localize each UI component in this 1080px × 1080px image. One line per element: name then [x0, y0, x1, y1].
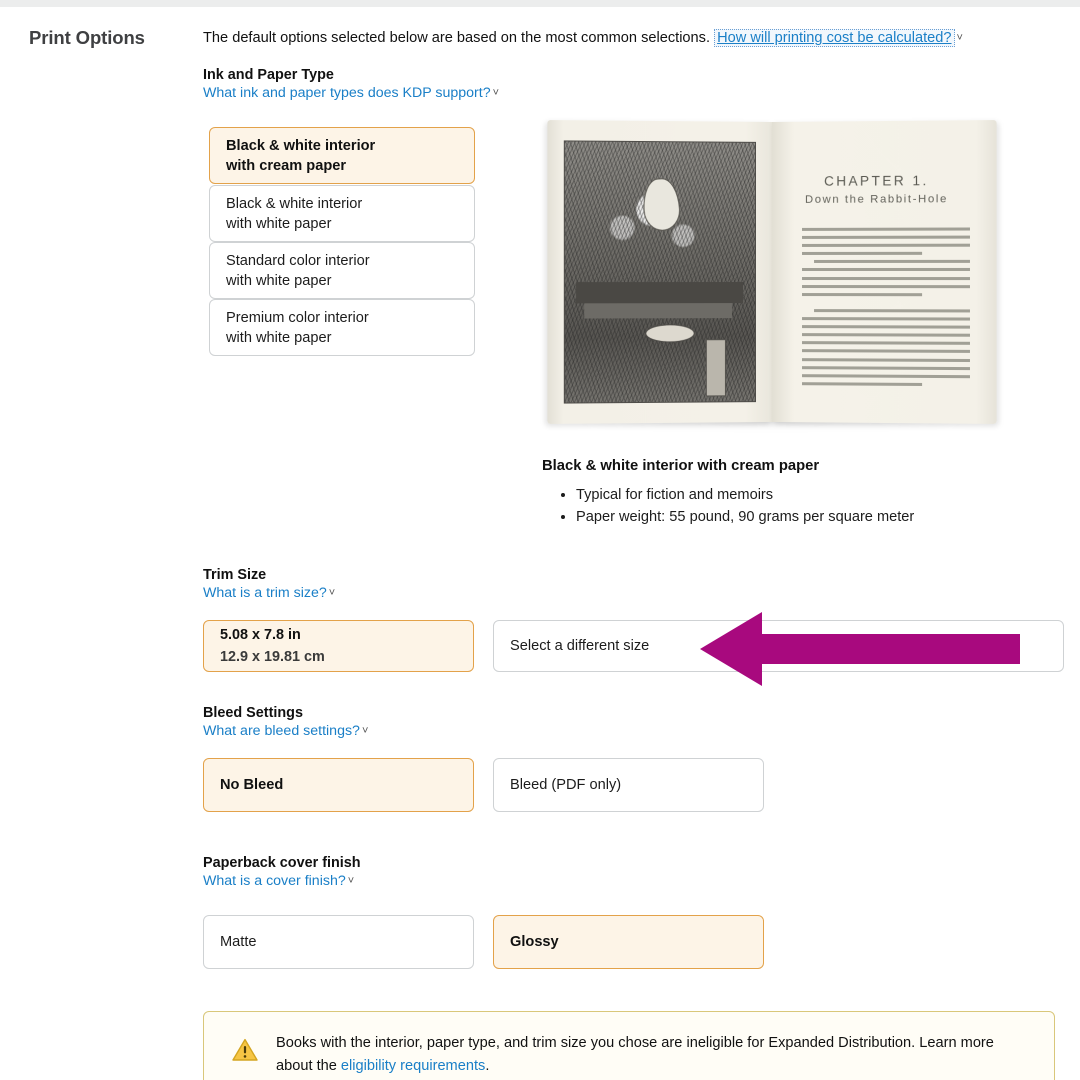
preview-bullet: Typical for fiction and memoirs: [576, 484, 914, 506]
book-right-page: CHAPTER 1. Down the Rabbit-Hole: [771, 120, 996, 424]
book-chapter-title: CHAPTER 1.: [823, 173, 929, 189]
eligibility-requirements-link[interactable]: eligibility requirements: [341, 1058, 485, 1074]
warning-triangle-icon: [232, 1038, 258, 1061]
intro-row: The default options selected below are b…: [203, 28, 1003, 49]
ink-option-standard-color[interactable]: Standard color interior with white paper: [209, 242, 475, 299]
trim-size-selected[interactable]: 5.08 x 7.8 in 12.9 x 19.81 cm: [203, 620, 474, 672]
warning-message: Books with the interior, paper type, and…: [276, 1032, 1024, 1078]
intro-text: The default options selected below are b…: [203, 30, 711, 46]
cover-finish-option-label: Matte: [220, 934, 257, 950]
illustration-dais: [583, 303, 732, 319]
ink-paper-label: Ink and Paper Type: [203, 67, 334, 83]
bleed-settings-label: Bleed Settings: [203, 705, 303, 721]
illustration-bench: [576, 282, 744, 304]
ink-paper-help: What ink and paper types does KDP suppor…: [203, 85, 499, 101]
bleed-option-bleed-pdf[interactable]: Bleed (PDF only): [493, 758, 764, 812]
ink-option-premium-color[interactable]: Premium color interior with white paper: [209, 299, 475, 356]
trim-size-help: What is a trim size? ˅: [203, 585, 335, 601]
bleed-option-no-bleed[interactable]: No Bleed: [203, 758, 474, 812]
book-left-page: [547, 120, 772, 424]
warning-text-after: .: [485, 1058, 490, 1074]
printing-cost-help-link[interactable]: How will printing cost be calculated?: [714, 29, 955, 47]
book-body-text: [801, 227, 969, 389]
cover-finish-option-label: Glossy: [510, 934, 559, 950]
chevron-down-icon[interactable]: ˅: [348, 875, 354, 887]
book-preview-image: CHAPTER 1. Down the Rabbit-Hole: [540, 118, 1002, 428]
trim-size-help-link[interactable]: What is a trim size?: [203, 585, 327, 601]
ink-option-line1: Standard color interior: [226, 252, 370, 269]
bleed-option-label: Bleed (PDF only): [510, 777, 622, 793]
bleed-settings-help: What are bleed settings? ˅: [203, 723, 368, 739]
preview-bullet: Paper weight: 55 pound, 90 grams per squ…: [576, 506, 914, 528]
illustration-heart-shield: [641, 177, 681, 232]
open-book: CHAPTER 1. Down the Rabbit-Hole: [547, 120, 996, 424]
ink-option-line1: Black & white interior: [226, 195, 363, 212]
ink-option-line2: with cream paper: [226, 157, 347, 174]
ink-paper-help-link[interactable]: What ink and paper types does KDP suppor…: [203, 85, 491, 101]
chevron-down-icon[interactable]: ˅: [362, 725, 368, 737]
chevron-down-icon[interactable]: ˅: [493, 87, 499, 99]
ink-option-line1: Premium color interior: [226, 309, 369, 326]
cover-finish-option-matte[interactable]: Matte: [203, 915, 474, 969]
select-different-size-button[interactable]: Select a different size: [493, 620, 1064, 672]
bleed-settings-help-link[interactable]: What are bleed settings?: [203, 723, 360, 739]
cover-finish-help: What is a cover finish? ˅: [203, 873, 354, 889]
cover-finish-option-glossy[interactable]: Glossy: [493, 915, 764, 969]
ink-option-line2: with white paper: [226, 272, 332, 289]
chevron-down-icon[interactable]: ˅: [957, 28, 963, 48]
trim-size-label: Trim Size: [203, 567, 267, 583]
expanded-distribution-warning: Books with the interior, paper type, and…: [203, 1011, 1055, 1080]
print-options-page: Print Options The default options select…: [0, 0, 1080, 1080]
ink-option-line1: Black & white interior: [226, 137, 376, 154]
cover-finish-label: Paperback cover finish: [203, 855, 361, 871]
trim-size-cm: 12.9 x 19.81 cm: [220, 649, 325, 665]
trim-size-inches: 5.08 x 7.8 in: [220, 627, 301, 643]
top-strip: [0, 0, 1080, 7]
book-illustration: [563, 140, 756, 404]
illustration-pedestal: [705, 339, 727, 397]
preview-caption: Black & white interior with cream paper: [542, 458, 820, 474]
ink-option-line2: with white paper: [226, 329, 332, 346]
illustration-platter: [644, 323, 695, 343]
ink-option-bw-cream[interactable]: Black & white interior with cream paper: [209, 127, 475, 184]
book-chapter-subtitle: Down the Rabbit-Hole: [804, 193, 948, 206]
preview-bullets: Typical for fiction and memoirs Paper we…: [562, 484, 914, 528]
cover-finish-help-link[interactable]: What is a cover finish?: [203, 873, 346, 889]
chevron-down-icon[interactable]: ˅: [329, 587, 335, 599]
page-title: Print Options: [29, 27, 145, 48]
ink-option-bw-white[interactable]: Black & white interior with white paper: [209, 185, 475, 242]
ink-option-line2: with white paper: [226, 215, 332, 232]
select-different-size-label: Select a different size: [510, 638, 650, 654]
bleed-option-label: No Bleed: [220, 777, 284, 793]
